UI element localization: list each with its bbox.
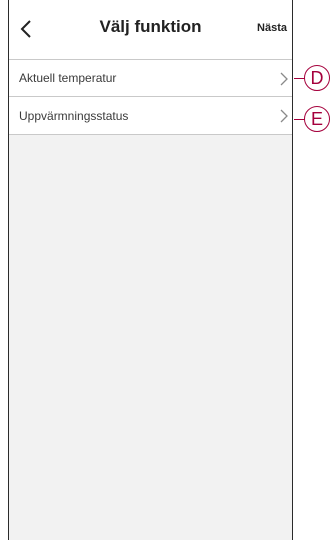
function-item-heating-status[interactable]: Uppvärmningsstatus [9, 97, 292, 135]
phone-screen: Välj funktion Nästa Aktuell temperatur U… [8, 0, 293, 540]
next-button[interactable]: Nästa [257, 22, 287, 34]
header-bar: Välj funktion Nästa [9, 0, 292, 59]
page-title: Välj funktion [99, 17, 202, 36]
function-item-label: Uppvärmningsstatus [19, 108, 129, 123]
chevron-right-icon [280, 72, 288, 86]
function-item-label: Aktuell temperatur [19, 71, 117, 85]
function-item-current-temperature[interactable]: Aktuell temperatur [9, 59, 292, 97]
callout-d: D [304, 65, 330, 91]
callout-e: E [304, 106, 330, 132]
chevron-right-icon [280, 109, 288, 123]
